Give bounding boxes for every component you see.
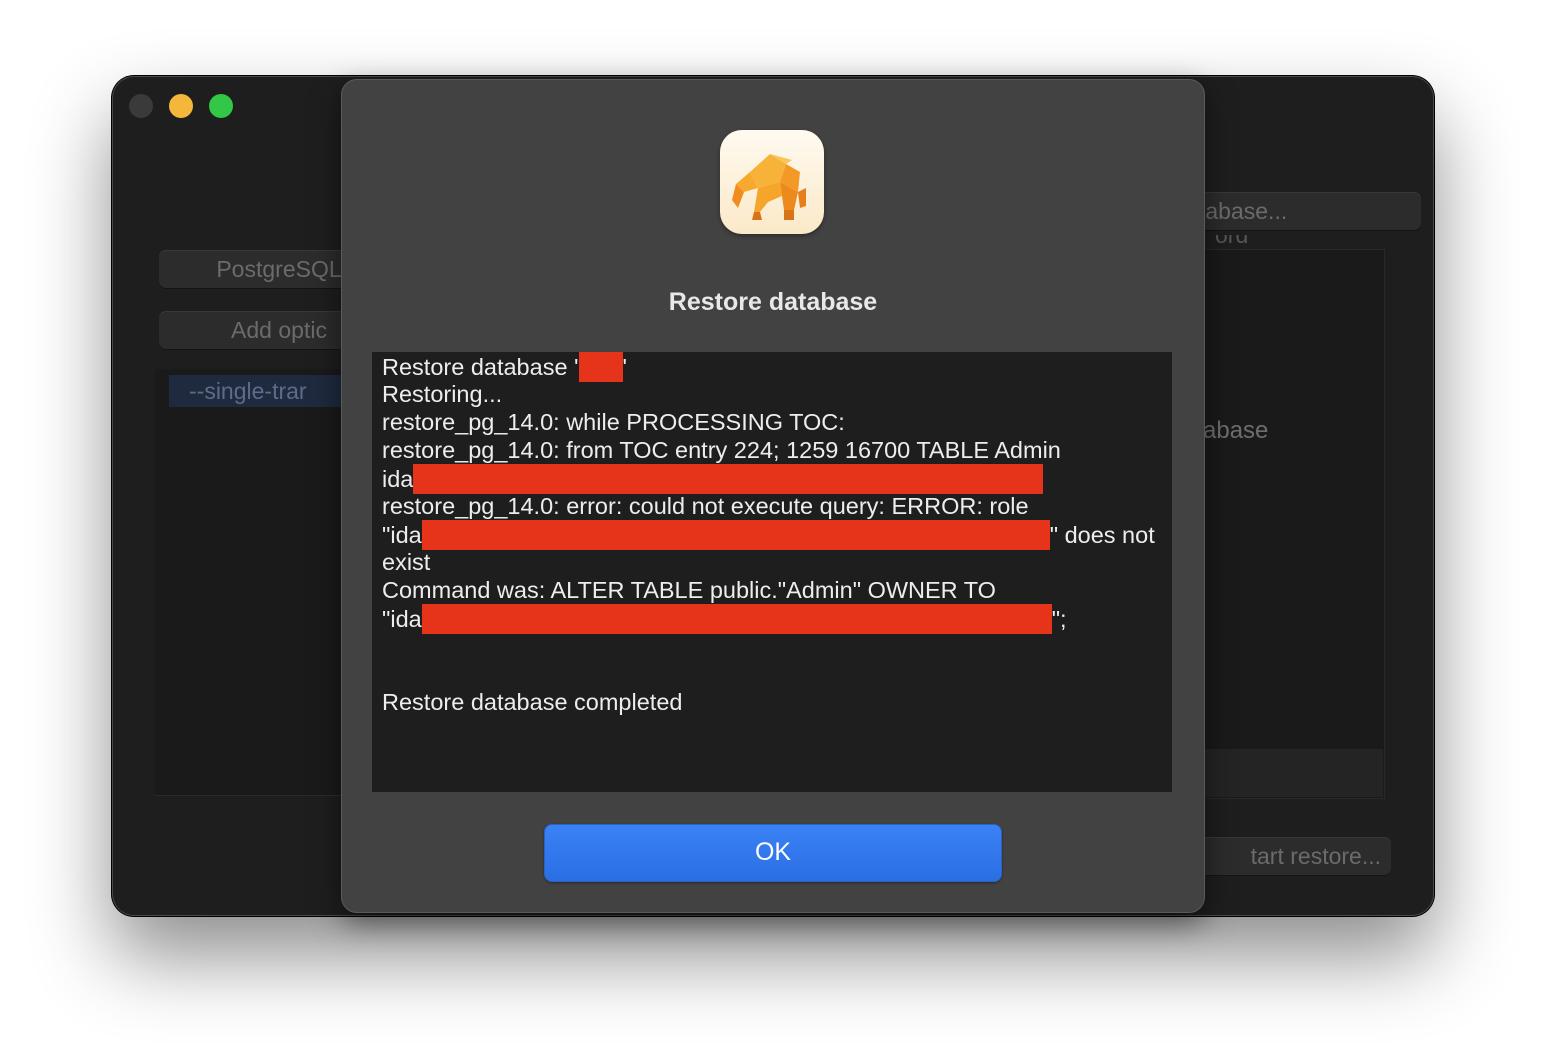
ok-button[interactable]: OK — [544, 824, 1002, 882]
log-text: Restoring... — [382, 381, 503, 407]
redaction-bar — [421, 604, 1052, 634]
close-window-button[interactable] — [129, 94, 153, 118]
minimize-window-button[interactable] — [169, 94, 193, 118]
log-line: exist — [382, 548, 1162, 576]
redaction-bar — [421, 520, 1050, 550]
restore-log: Restore database ' ' Restoring... restore… — [372, 352, 1172, 792]
redaction-bar — [413, 464, 1044, 494]
log-line: ida — [382, 464, 1162, 494]
select-database-button[interactable]: tabase... — [1189, 192, 1421, 230]
log-text: restore_pg_14.0: error: could not execut… — [382, 493, 1029, 519]
log-line: Restore database completed — [382, 688, 1162, 716]
log-line: "ida "; — [382, 604, 1162, 634]
start-restore-button[interactable]: tart restore... — [1183, 837, 1391, 875]
log-text: Restore database ' — [382, 354, 579, 380]
log-text: "; — [1051, 606, 1067, 632]
elephant-app-icon — [720, 130, 824, 234]
log-line: restore_pg_14.0: from TOC entry 224; 125… — [382, 436, 1162, 464]
elephant-icon — [732, 154, 806, 220]
right-panel-label: abase — [1203, 417, 1269, 444]
log-text: Command was: ALTER TABLE public."Admin" … — [382, 577, 996, 603]
log-text: ida — [382, 466, 414, 492]
log-line: restore_pg_14.0: while PROCESSING TOC: — [382, 408, 1162, 436]
log-text: ' — [622, 354, 628, 380]
log-text: " does not — [1049, 522, 1155, 548]
redaction-bar — [578, 352, 623, 382]
right-panel-footer — [1203, 749, 1383, 797]
log-text: exist — [382, 549, 431, 575]
zoom-window-button[interactable] — [209, 94, 233, 118]
log-text: "ida — [382, 522, 422, 548]
log-text: Restore database completed — [382, 689, 683, 715]
log-text: restore_pg_14.0: from TOC entry 224; 125… — [382, 437, 1061, 463]
log-line: Restore database ' ' — [382, 352, 1162, 382]
restore-dialog: Restore database Restore database ' ' Res… — [341, 79, 1205, 913]
right-panel — [1203, 249, 1385, 799]
log-line: "ida " does not — [382, 520, 1162, 550]
log-text: restore_pg_14.0: while PROCESSING TOC: — [382, 409, 845, 435]
log-line: Command was: ALTER TABLE public."Admin" … — [382, 576, 1162, 604]
log-line: Restoring... — [382, 380, 1162, 408]
log-text: "ida — [382, 606, 422, 632]
right-panel-header-text: ord — [1215, 235, 1249, 248]
dialog-title: Restore database — [668, 288, 878, 316]
log-line: restore_pg_14.0: error: could not execut… — [382, 492, 1162, 520]
